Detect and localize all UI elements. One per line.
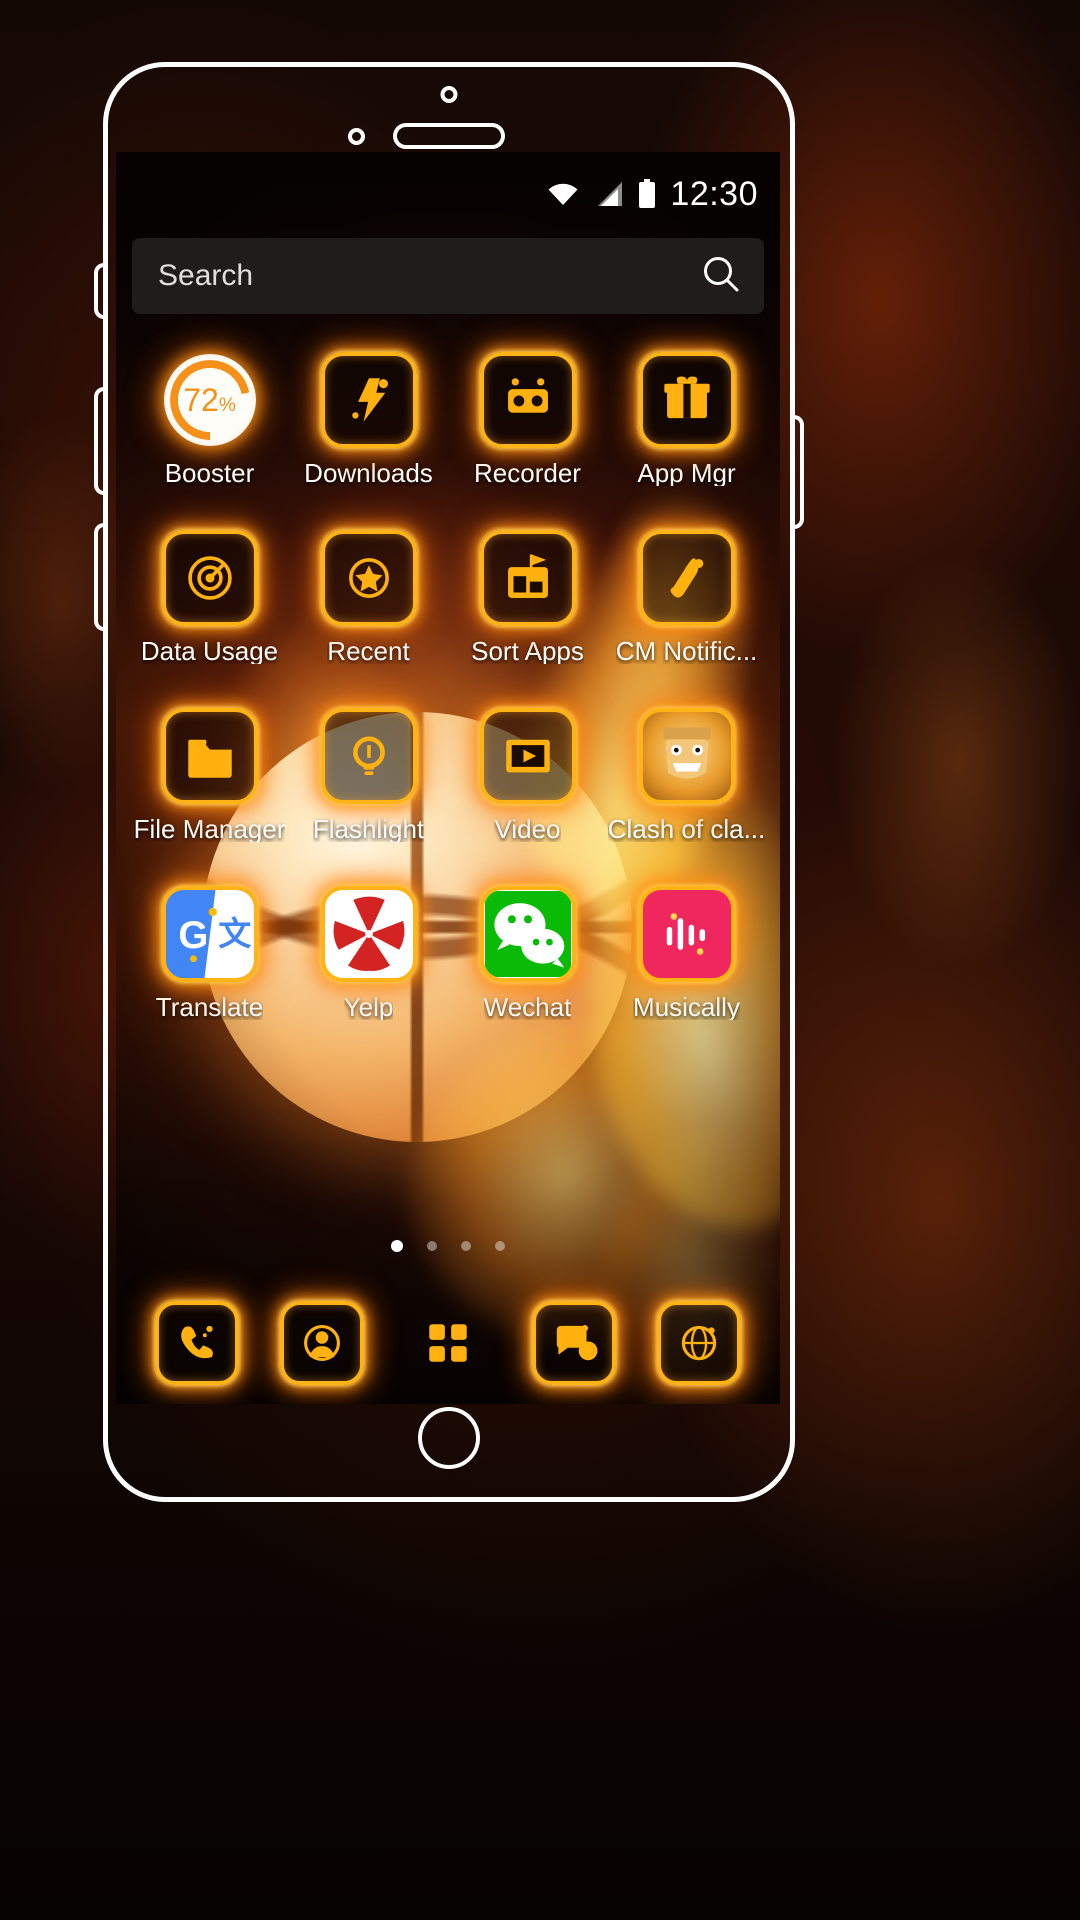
app-booster[interactable]: 72% Booster [130, 352, 289, 486]
app-clash-of-clans[interactable]: Clash of cla... [607, 708, 766, 842]
app-flashlight[interactable]: Flashlight [289, 708, 448, 842]
dock [116, 1288, 780, 1398]
app-drawer-icon[interactable] [406, 1301, 490, 1385]
silent-switch[interactable] [94, 263, 108, 319]
video-icon[interactable] [479, 708, 576, 804]
recent-star-icon[interactable] [320, 530, 417, 626]
proximity-sensor-icon [348, 128, 365, 145]
app-manager-icon[interactable] [638, 352, 735, 448]
battery-icon [638, 179, 656, 209]
musically-icon[interactable] [638, 886, 735, 982]
booster-percent: 72% [183, 381, 236, 418]
app-recorder[interactable]: Recorder [448, 352, 607, 486]
volume-down-button[interactable] [94, 523, 108, 631]
app-yelp[interactable]: Yelp [289, 886, 448, 1020]
page-dot-2[interactable] [427, 1241, 437, 1251]
sort-apps-icon[interactable] [479, 530, 576, 626]
clash-of-clans-icon[interactable] [638, 708, 735, 804]
svg-text:文: 文 [218, 915, 251, 952]
app-label: CM Notific... [615, 638, 758, 664]
app-recent[interactable]: Recent [289, 530, 448, 664]
app-app-mgr[interactable]: App Mgr [607, 352, 766, 486]
app-label: Recent [327, 638, 410, 664]
app-label: Clash of cla... [607, 816, 766, 842]
svg-text:G: G [178, 914, 208, 957]
wechat-icon[interactable] [479, 886, 576, 982]
app-label: Video [494, 816, 561, 842]
wifi-icon [546, 180, 580, 208]
status-bar-clock: 12:30 [670, 174, 758, 213]
messages-icon[interactable] [531, 1301, 616, 1385]
app-label: Translate [155, 994, 264, 1020]
cm-notification-icon[interactable] [638, 530, 735, 626]
app-sort-apps[interactable]: Sort Apps [448, 530, 607, 664]
app-label: Wechat [483, 994, 572, 1020]
app-label: Musically [633, 994, 740, 1020]
flashlight-icon[interactable] [320, 708, 417, 804]
app-grid: 72% Booster Downloads Recorder App Mgr D… [116, 352, 780, 1020]
power-button[interactable] [790, 415, 804, 529]
app-label: App Mgr [637, 460, 736, 486]
page-dot-3[interactable] [461, 1241, 471, 1251]
app-label: Downloads [304, 460, 433, 486]
app-video[interactable]: Video [448, 708, 607, 842]
app-file-manager[interactable]: File Manager [130, 708, 289, 842]
browser-icon[interactable] [657, 1301, 742, 1385]
front-camera-icon [440, 86, 458, 103]
app-label: Sort Apps [471, 638, 584, 664]
app-label: Data Usage [140, 638, 279, 664]
contacts-icon[interactable] [280, 1301, 365, 1385]
app-cm-notification[interactable]: CM Notific... [607, 530, 766, 664]
earpiece-speaker [393, 123, 505, 149]
page-dot-4[interactable] [495, 1241, 505, 1251]
app-label: File Manager [133, 816, 286, 842]
app-label: Yelp [343, 994, 394, 1020]
app-label: Flashlight [312, 816, 425, 842]
google-translate-icon[interactable]: G 文 [161, 886, 258, 982]
signal-icon [594, 180, 624, 208]
home-button[interactable] [418, 1407, 480, 1469]
app-translate[interactable]: G 文 Translate [130, 886, 289, 1020]
booster-icon[interactable]: 72% [162, 352, 258, 448]
recorder-icon[interactable] [479, 352, 576, 448]
data-usage-icon[interactable] [161, 530, 258, 626]
app-label: Recorder [474, 460, 581, 486]
page-indicator [116, 1240, 780, 1252]
app-data-usage[interactable]: Data Usage [130, 530, 289, 664]
downloads-icon[interactable] [320, 352, 417, 448]
search-bar[interactable] [132, 238, 764, 314]
app-musically[interactable]: Musically [607, 886, 766, 1020]
search-icon[interactable] [700, 253, 742, 300]
app-label: Booster [164, 460, 255, 486]
file-manager-icon[interactable] [161, 708, 258, 804]
app-downloads[interactable]: Downloads [289, 352, 448, 486]
app-wechat[interactable]: Wechat [448, 886, 607, 1020]
phone-icon[interactable] [154, 1301, 239, 1385]
status-bar: 12:30 [116, 152, 780, 236]
yelp-icon[interactable] [320, 886, 417, 982]
page-dot-1[interactable] [391, 1240, 403, 1252]
search-input[interactable] [158, 259, 700, 293]
phone-screen: 12:30 72% Booster Downloads [116, 152, 780, 1404]
volume-up-button[interactable] [94, 387, 108, 495]
